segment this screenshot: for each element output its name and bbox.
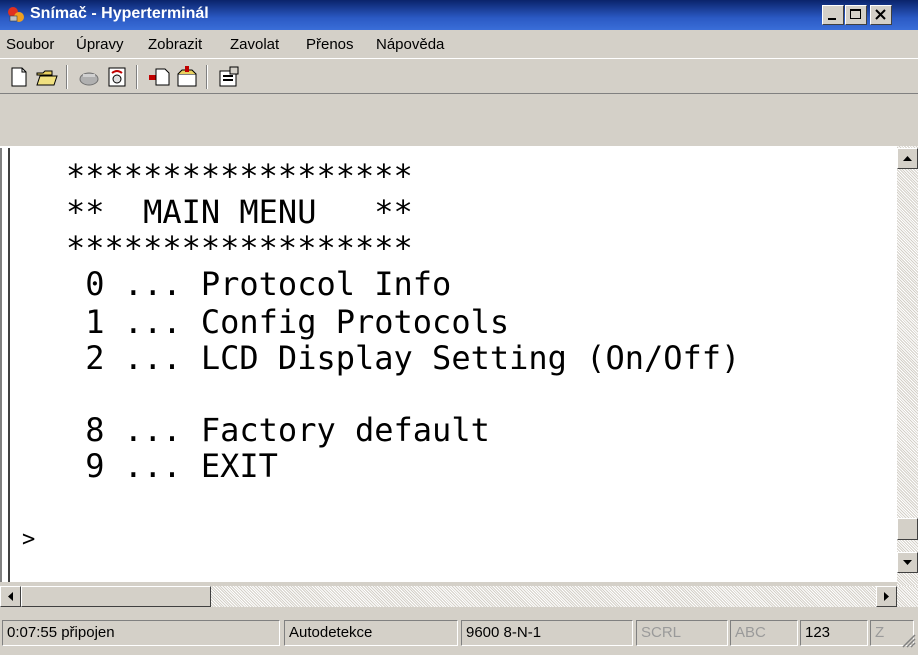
scroll-up-button[interactable] — [897, 148, 918, 169]
status-connection-time: 0:07:55 připojen — [2, 620, 280, 646]
menu-zavolat[interactable]: Zavolat — [230, 36, 279, 53]
toolbar — [0, 58, 918, 94]
status-bar: 0:07:55 připojen Autodetekce 9600 8-N-1 … — [0, 608, 918, 655]
send-icon[interactable] — [146, 65, 172, 89]
resize-grip-icon[interactable] — [900, 632, 916, 653]
close-button[interactable] — [870, 5, 892, 25]
scroll-left-button[interactable] — [0, 586, 21, 607]
hyperterminal-icon[interactable] — [6, 5, 26, 25]
terminal-line: 0 ... Protocol Info — [66, 265, 452, 303]
scroll-right-button[interactable] — [876, 586, 897, 607]
terminal-line: 8 ... Factory default — [66, 411, 490, 449]
new-document-icon[interactable] — [6, 65, 32, 89]
status-port: 9600 8-N-1 — [461, 620, 633, 646]
status-num-lock: 123 — [800, 620, 868, 646]
terminal-border — [8, 148, 10, 582]
menu-prenos[interactable]: Přenos — [306, 36, 354, 53]
title-bar[interactable]: Snímač - Hyperterminál — [0, 0, 918, 30]
properties-icon[interactable] — [216, 65, 242, 89]
terminal-prompt: > — [22, 527, 36, 552]
terminal-line: ****************** — [66, 229, 413, 267]
disconnect-icon[interactable] — [76, 65, 102, 89]
horizontal-scroll-thumb[interactable] — [21, 586, 211, 607]
terminal-line: 2 ... LCD Display Setting (On/Off) — [66, 339, 741, 377]
menu-soubor[interactable]: Soubor — [6, 36, 54, 53]
terminal-line: 1 ... Config Protocols — [66, 303, 510, 341]
call-icon[interactable] — [104, 65, 130, 89]
vertical-scroll-thumb[interactable] — [897, 518, 918, 540]
toolbar-separator — [66, 65, 68, 89]
toolbar-separator — [136, 65, 138, 89]
status-detect: Autodetekce — [284, 620, 458, 646]
minimize-button[interactable] — [822, 5, 844, 25]
status-scroll-lock: SCRL — [636, 620, 728, 646]
menu-upravy[interactable]: Úpravy — [76, 36, 124, 53]
terminal-line: ** MAIN MENU ** — [66, 193, 413, 231]
window-title: Snímač - Hyperterminál — [30, 5, 209, 22]
maximize-button[interactable] — [845, 5, 867, 25]
hyperterminal-window: Snímač - Hyperterminál Soubor Úpravy Zob… — [0, 0, 918, 655]
toolbar-separator — [206, 65, 208, 89]
receive-icon[interactable] — [174, 65, 200, 89]
open-folder-icon[interactable] — [34, 65, 60, 89]
status-caps-lock: ABC — [730, 620, 798, 646]
scroll-down-button[interactable] — [897, 552, 918, 573]
menu-bar: Soubor Úpravy Zobrazit Zavolat Přenos Ná… — [0, 31, 918, 57]
terminal-line: ****************** — [66, 157, 413, 195]
menu-napoveda[interactable]: Nápověda — [376, 36, 444, 53]
menu-zobrazit[interactable]: Zobrazit — [148, 36, 202, 53]
terminal-line: 9 ... EXIT — [66, 447, 278, 485]
